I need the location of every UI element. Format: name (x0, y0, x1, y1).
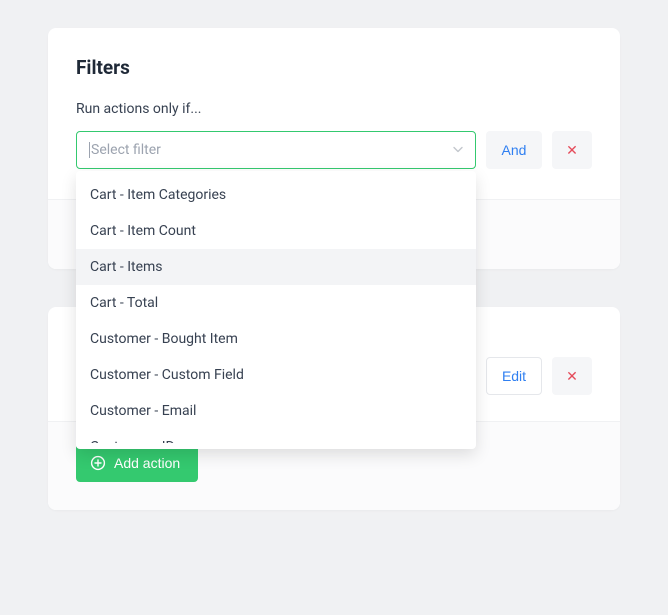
remove-action-button[interactable]: ✕ (552, 357, 592, 395)
filter-dropdown-item[interactable]: Customer - ID (76, 429, 476, 443)
filters-subtitle: Run actions only if... (76, 101, 592, 117)
text-cursor (89, 142, 90, 158)
close-icon: ✕ (566, 368, 578, 385)
plus-circle-icon (90, 455, 106, 471)
filter-select-placeholder: Select filter (91, 142, 161, 158)
filter-dropdown-item[interactable]: Customer - Bought Item (76, 321, 476, 357)
filter-dropdown[interactable]: Cart - Item CategoriesCart - Item CountC… (76, 171, 476, 449)
filter-dropdown-item[interactable]: Cart - Items (76, 249, 476, 285)
filter-dropdown-item[interactable]: Customer - Custom Field (76, 357, 476, 393)
filter-row: Select filter Cart - Item CategoriesCart… (76, 131, 592, 169)
filter-select-input[interactable]: Select filter (76, 131, 476, 169)
filters-card: Filters Run actions only if... Select fi… (48, 28, 620, 269)
filter-dropdown-item[interactable]: Customer - Email (76, 393, 476, 429)
filters-title: Filters (76, 56, 592, 79)
filter-dropdown-item[interactable]: Cart - Total (76, 285, 476, 321)
add-action-button[interactable]: Add action (76, 444, 198, 482)
filter-dropdown-item[interactable]: Cart - Item Categories (76, 177, 476, 213)
and-button[interactable]: And (486, 131, 542, 169)
add-action-label: Add action (114, 455, 180, 471)
remove-filter-button[interactable]: ✕ (552, 131, 592, 169)
close-icon: ✕ (566, 142, 578, 159)
edit-action-button[interactable]: Edit (486, 357, 542, 395)
filters-card-body: Filters Run actions only if... Select fi… (48, 28, 620, 169)
filter-dropdown-item[interactable]: Cart - Item Count (76, 213, 476, 249)
filter-select[interactable]: Select filter Cart - Item CategoriesCart… (76, 131, 476, 169)
